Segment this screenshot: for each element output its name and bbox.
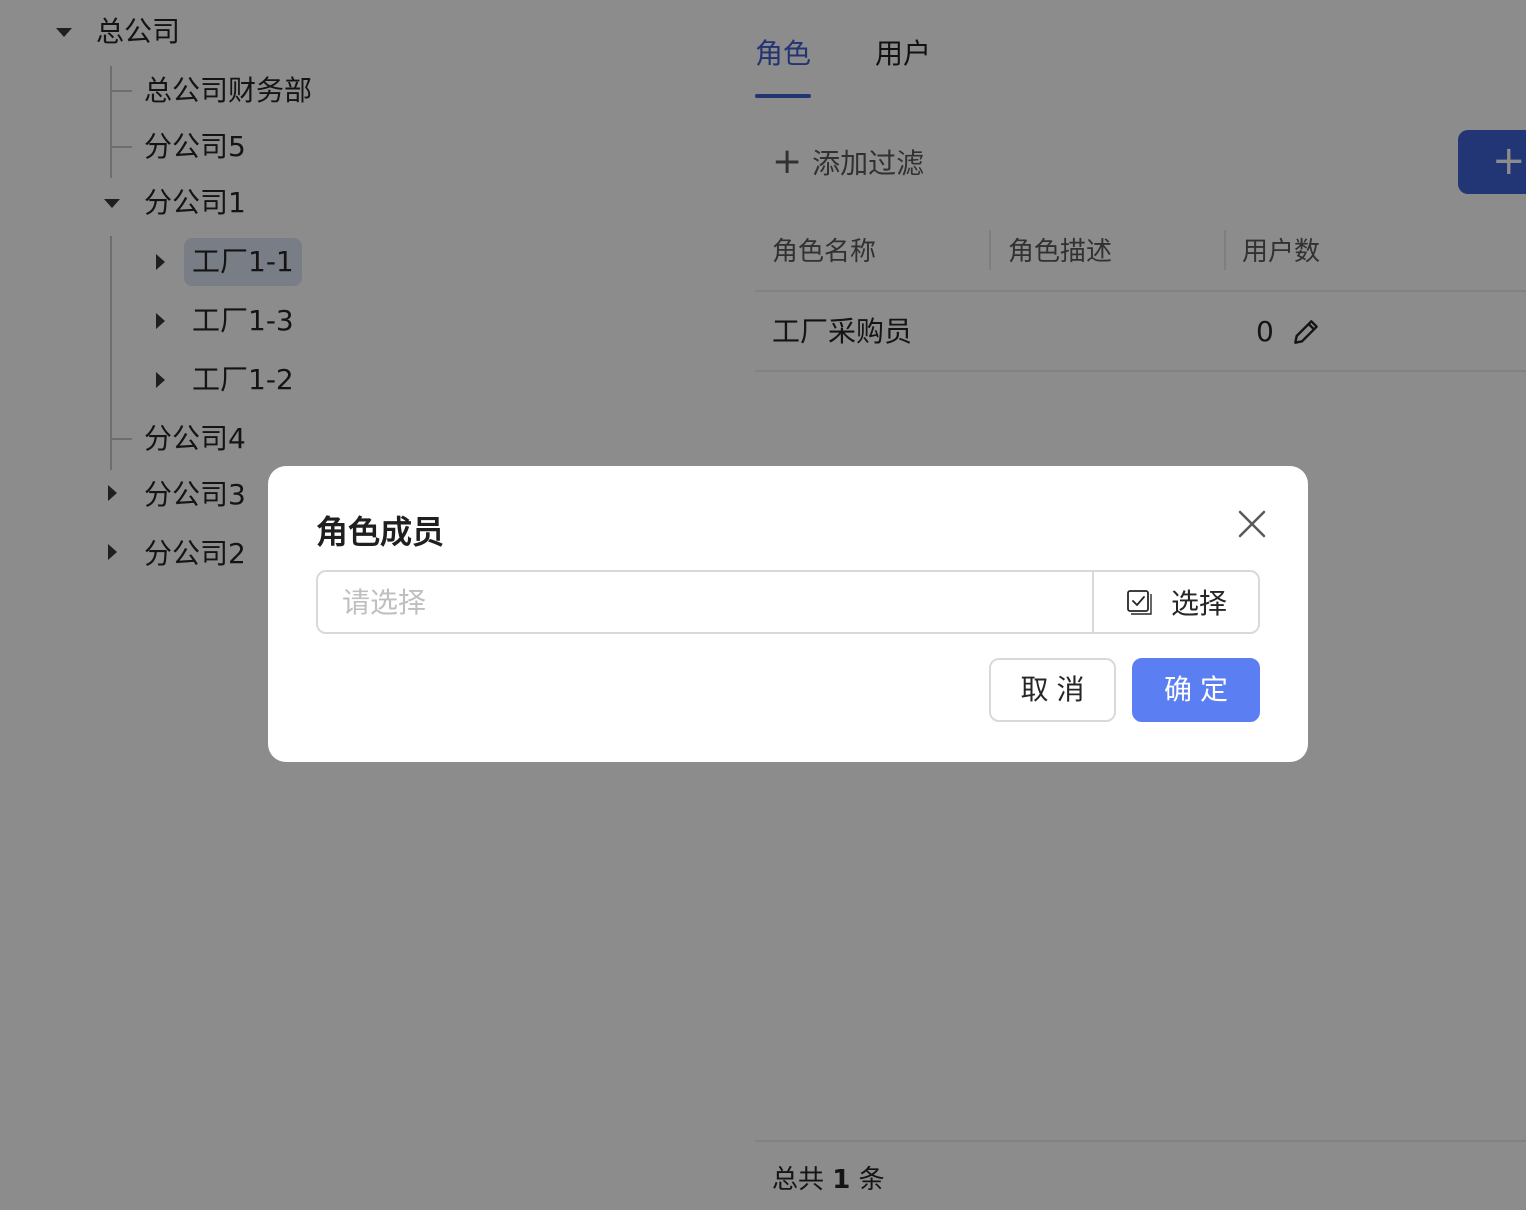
close-icon[interactable] — [1234, 506, 1270, 542]
checkbox-select-icon — [1127, 590, 1152, 615]
select-button-label: 选择 — [1170, 587, 1227, 620]
member-select-input[interactable] — [318, 572, 1092, 632]
member-select: 选择 — [316, 570, 1260, 634]
dialog-title: 角色成员 — [316, 513, 445, 551]
confirm-button[interactable]: 确定 — [1132, 658, 1260, 722]
select-button[interactable]: 选择 — [1092, 572, 1258, 632]
role-members-dialog: 角色成员 选择 取消 确定 — [268, 466, 1308, 762]
cancel-button[interactable]: 取消 — [989, 658, 1116, 722]
